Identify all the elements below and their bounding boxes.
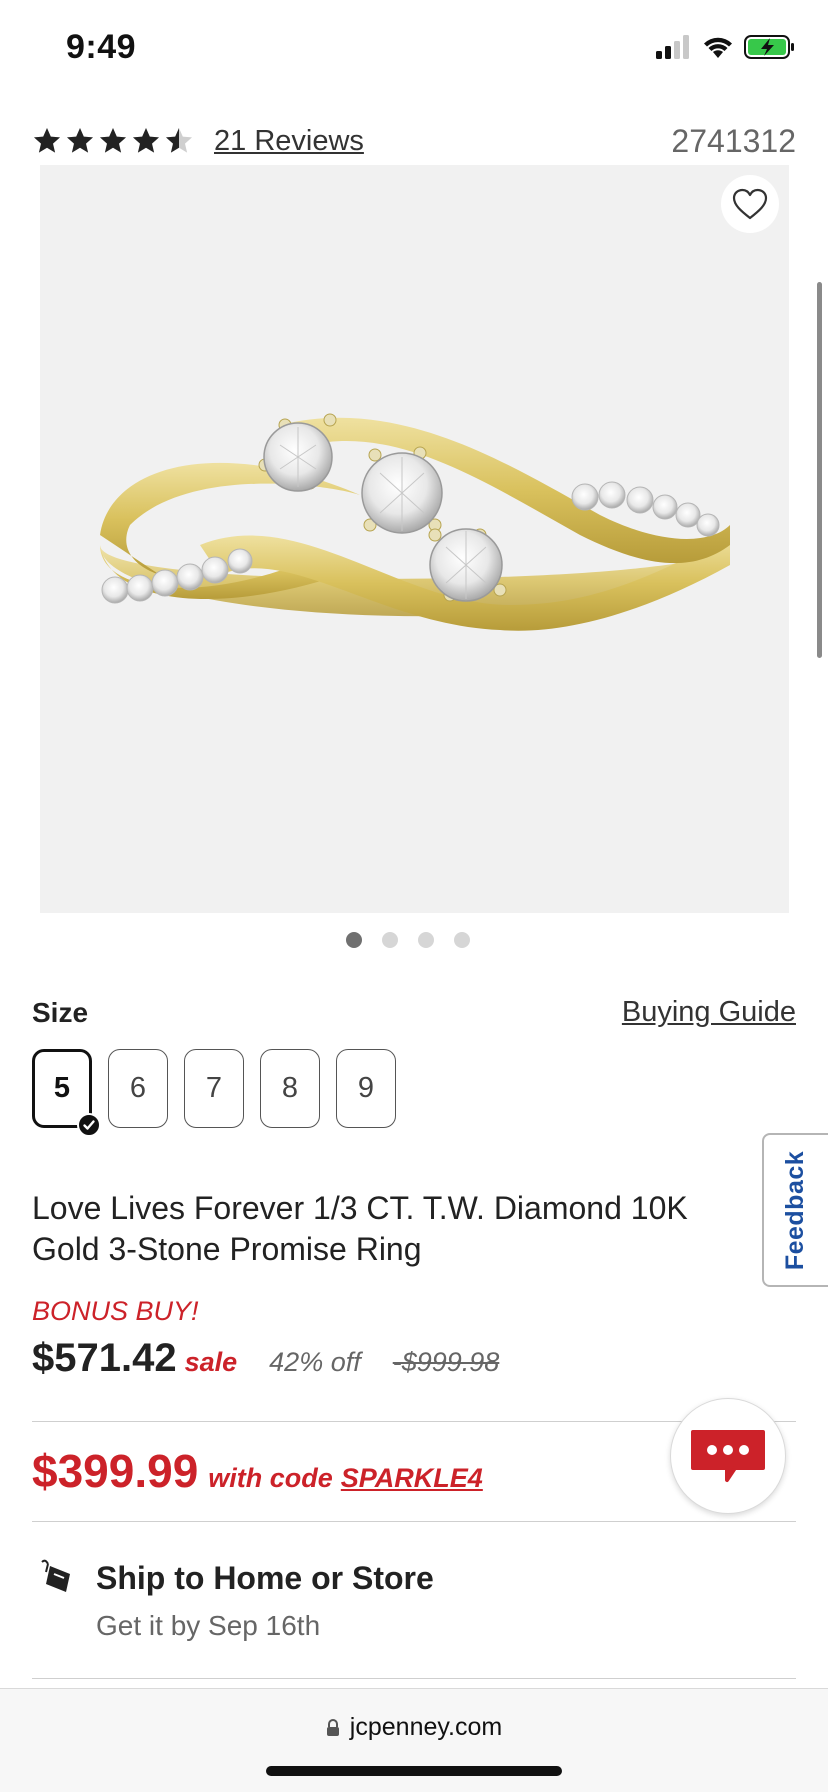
product-sku: 2741312 [671, 122, 796, 159]
star-rating [32, 126, 194, 156]
feedback-label: Feedback [781, 1150, 810, 1270]
size-option-label: 7 [205, 1072, 223, 1104]
sale-label: sale [184, 1347, 238, 1377]
feedback-tab[interactable]: Feedback [762, 1133, 828, 1287]
size-option-label: 8 [281, 1072, 299, 1104]
delivery-icon [41, 1559, 70, 1592]
carousel-dot[interactable] [418, 932, 434, 948]
carousel-dot[interactable] [382, 932, 398, 948]
discount-percent: 42% off [269, 1347, 361, 1377]
chat-button[interactable] [670, 1398, 786, 1514]
status-icons [656, 34, 796, 60]
size-option-7[interactable]: 7 [184, 1049, 244, 1128]
reviews-link[interactable]: 21 Reviews [214, 125, 364, 158]
star-icon [34, 128, 60, 153]
size-option-label: 6 [129, 1072, 147, 1104]
status-time: 9:49 [66, 28, 137, 66]
shipping-title: Ship to Home or Store [96, 1560, 434, 1596]
size-options: 5 6 7 8 9 [32, 1049, 396, 1137]
sale-price: $571.42 [32, 1336, 177, 1380]
page-scrollbar[interactable] [817, 282, 822, 658]
size-option-6[interactable]: 6 [108, 1049, 168, 1128]
promo-price-row: $399.99 with code SPARKLE4 [32, 1444, 483, 1498]
price-row: $571.42 sale 42% off -$999.98 [32, 1336, 499, 1381]
star-icon [166, 128, 192, 153]
scrolled-offscreen-content [32, 84, 792, 96]
promo-code-link[interactable]: SPARKLE4 [341, 1463, 483, 1494]
carousel-dot[interactable] [454, 932, 470, 948]
favorite-button[interactable] [721, 175, 779, 233]
bonus-buy-badge: BONUS BUY! [32, 1296, 199, 1326]
ring-image [100, 413, 730, 631]
lock-icon [326, 1718, 339, 1736]
promo-price: $399.99 [32, 1445, 199, 1497]
checkmark-icon [77, 1113, 101, 1137]
carousel-dot[interactable] [346, 932, 362, 948]
buying-guide-link[interactable]: Buying Guide [622, 996, 796, 1029]
original-price: -$999.98 [392, 1347, 500, 1377]
star-icon [67, 128, 93, 153]
battery-charging-icon [744, 35, 794, 59]
home-indicator[interactable] [266, 1766, 562, 1776]
status-bar: 9:49 [0, 0, 828, 90]
heart-icon [732, 188, 768, 220]
size-label: Size [32, 996, 89, 1028]
size-option-label: 9 [357, 1072, 375, 1104]
divider [32, 1521, 796, 1522]
size-option-5[interactable]: 5 [32, 1049, 101, 1137]
product-title: Love Lives Forever 1/3 CT. T.W. Diamond … [32, 1190, 688, 1267]
address-bar[interactable]: jcpenney.com [0, 1713, 828, 1742]
chat-bubble-icon [691, 1430, 765, 1482]
size-option-8[interactable]: 8 [260, 1049, 320, 1128]
size-option-9[interactable]: 9 [336, 1049, 396, 1128]
image-carousel-dots [0, 932, 828, 948]
cellular-signal-icon [656, 35, 689, 59]
star-icon [133, 128, 159, 153]
size-option-label: 5 [53, 1072, 71, 1104]
browser-bar: jcpenney.com [0, 1688, 828, 1792]
size-header: Size Buying Guide [32, 996, 796, 1029]
divider [32, 1678, 796, 1679]
wifi-icon [704, 37, 732, 58]
shipping-date: Get it by Sep 16th [96, 1610, 321, 1641]
star-icon [100, 128, 126, 153]
rating-row: 21 Reviews 2741312 [32, 118, 796, 164]
product-image[interactable] [40, 165, 789, 913]
promo-code-text: with code [208, 1463, 333, 1493]
url-text: jcpenney.com [349, 1713, 503, 1741]
